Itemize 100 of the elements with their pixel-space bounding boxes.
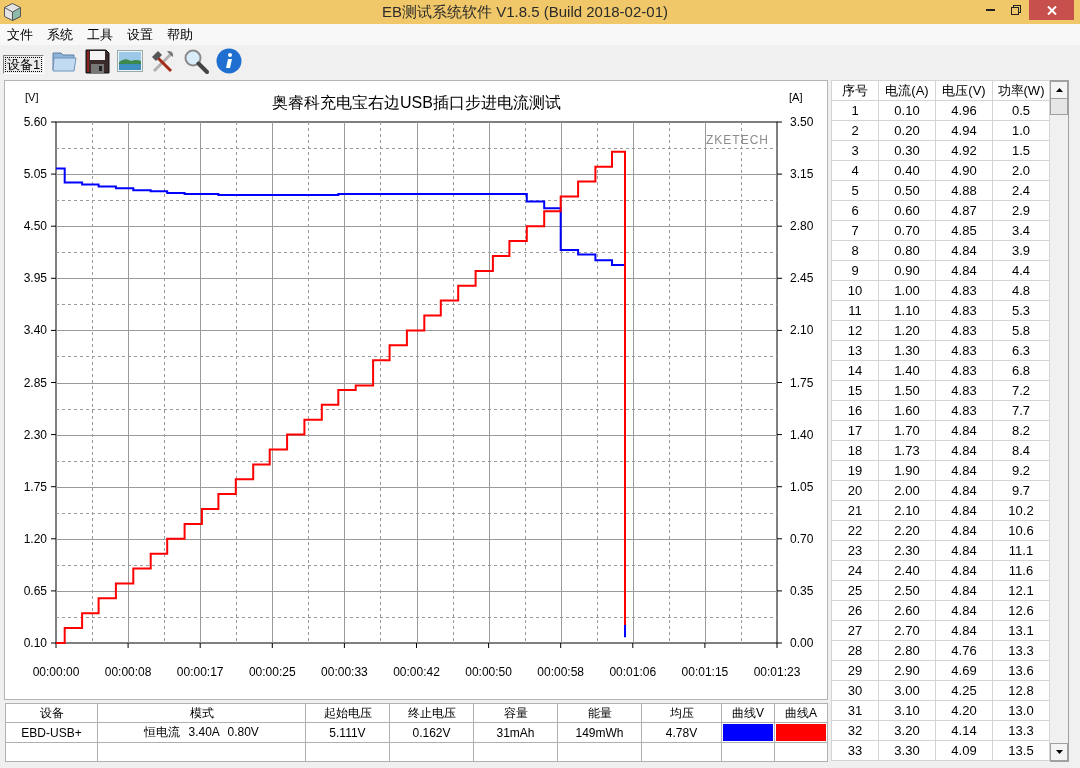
menu-item[interactable]: 系统 — [47, 26, 73, 43]
menu-item[interactable]: 设置 — [127, 26, 153, 43]
column-header: 曲线A — [774, 703, 828, 723]
table-cell: 4.84 — [935, 500, 993, 521]
table-cell: 4.83 — [935, 320, 993, 341]
table-cell: 13.3 — [992, 720, 1050, 741]
table-cell: 4.84 — [935, 240, 993, 261]
table-cell: 4.78V — [641, 722, 722, 743]
table-cell: 13 — [831, 340, 879, 361]
x-tick-label: 00:00:33 — [321, 665, 368, 679]
table-cell: 5 — [831, 180, 879, 201]
table-cell: 11.6 — [992, 560, 1050, 581]
menu-item[interactable]: 工具 — [87, 26, 113, 43]
y2-tick-label: 2.45 — [790, 271, 814, 286]
chart-title: 奥睿科充电宝右边USB插口步进电流测试 — [272, 94, 561, 111]
table-cell: 1.40 — [878, 360, 936, 381]
table-cell: 2.80 — [878, 640, 936, 661]
y2-tick-label: 1.75 — [790, 375, 814, 390]
y-tick-label: 2.85 — [23, 375, 47, 390]
table-cell: 4.83 — [935, 380, 993, 401]
scroll-up-button[interactable] — [1050, 81, 1068, 99]
x-tick-label: 00:00:42 — [393, 665, 440, 679]
vertical-scrollbar[interactable] — [1050, 80, 1069, 762]
table-cell: 1 — [831, 100, 879, 121]
y-tick-label: 3.40 — [23, 323, 47, 338]
scrollbar-thumb[interactable] — [1050, 99, 1068, 115]
table-cell: 3.10 — [878, 700, 936, 721]
column-header: 终止电压 — [389, 703, 474, 723]
table-cell: 7.7 — [992, 400, 1050, 421]
table-cell: 2.30 — [878, 540, 936, 561]
restore-icon — [1011, 5, 1021, 15]
landscape-picture-icon[interactable] — [117, 48, 144, 74]
x-tick-label: 00:00:25 — [248, 665, 296, 679]
table-cell: 4.4 — [992, 260, 1050, 281]
y-tick-label: 0.65 — [23, 583, 47, 598]
table-cell: 2.0 — [992, 160, 1050, 181]
table-cell: 1.70 — [878, 420, 936, 441]
table-cell: 2.40 — [878, 560, 936, 581]
table-cell: 12.8 — [992, 680, 1050, 701]
table-cell: 2.60 — [878, 600, 936, 621]
table-cell: 32 — [831, 720, 879, 741]
table-cell: EBD-USB+ — [5, 722, 98, 743]
y2-tick-label: 2.80 — [790, 219, 814, 234]
table-cell: 4.76 — [935, 640, 993, 661]
x-tick-label: 00:00:08 — [104, 665, 152, 679]
menu-item[interactable]: 帮助 — [167, 26, 193, 43]
column-header: 功率(W) — [992, 80, 1050, 101]
table-cell: 26 — [831, 600, 879, 621]
y2-tick-label: 0.70 — [790, 531, 814, 546]
table-cell: 0.10 — [878, 100, 936, 121]
table-cell: 4.83 — [935, 300, 993, 321]
table-cell: 2.9 — [992, 200, 1050, 221]
table-cell: 0.5 — [992, 100, 1050, 121]
table-cell: 4.83 — [935, 360, 993, 381]
info-icon[interactable] — [216, 48, 243, 74]
table-cell: 6.8 — [992, 360, 1050, 381]
table-cell: 4.84 — [935, 520, 993, 541]
table-cell: 4.84 — [935, 580, 993, 601]
device-tab[interactable]: 设备1 — [3, 55, 45, 74]
y-tick-label: 1.75 — [23, 479, 47, 494]
table-cell: 21 — [831, 500, 879, 521]
table-cell: 14 — [831, 360, 879, 381]
y2-tick-label: 1.40 — [790, 427, 814, 442]
table-cell: 16 — [831, 400, 879, 421]
table-cell: 6 — [831, 200, 879, 221]
table-cell: 4 — [831, 160, 879, 181]
table-cell: 4.20 — [935, 700, 993, 721]
table-cell: 149mWh — [557, 722, 642, 743]
table-cell: 1.30 — [878, 340, 936, 361]
y2-tick-label: 3.15 — [790, 167, 814, 182]
close-button[interactable] — [1029, 0, 1074, 20]
table-cell: 3.30 — [878, 740, 936, 761]
window-title: EB测试系统软件 V1.8.5 (Build 2018-02-01) — [381, 2, 669, 22]
table-cell: 4.84 — [935, 420, 993, 441]
table-cell: 13.6 — [992, 660, 1050, 681]
table-cell: 28 — [831, 640, 879, 661]
table-cell: 13.3 — [992, 640, 1050, 661]
table-cell: 1.73 — [878, 440, 936, 461]
table-cell: 0.30 — [878, 140, 936, 161]
table-cell: 3.9 — [992, 240, 1050, 261]
x-tick-label: 00:00:58 — [537, 665, 585, 679]
table-cell: 11 — [831, 300, 879, 321]
column-header: 电流(A) — [878, 80, 936, 101]
table-cell: 10.2 — [992, 500, 1050, 521]
table-cell: 0.50 — [878, 180, 936, 201]
scroll-down-button[interactable] — [1050, 743, 1068, 761]
column-header: 能量 — [557, 703, 642, 723]
table-cell: 5.3 — [992, 300, 1050, 321]
table-cell: 4.83 — [935, 400, 993, 421]
column-header: 起始电压 — [305, 703, 390, 723]
table-cell: 20 — [831, 480, 879, 501]
table-cell: 4.88 — [935, 180, 993, 201]
table-cell: 6.3 — [992, 340, 1050, 361]
table-cell: 9.2 — [992, 460, 1050, 481]
table-cell: 13.1 — [992, 620, 1050, 641]
table-cell: 0.70 — [878, 220, 936, 241]
search-icon[interactable] — [183, 48, 210, 74]
table-cell: 5.8 — [992, 320, 1050, 341]
menu-item[interactable]: 文件 — [7, 26, 33, 43]
table-cell: 0.20 — [878, 120, 936, 141]
